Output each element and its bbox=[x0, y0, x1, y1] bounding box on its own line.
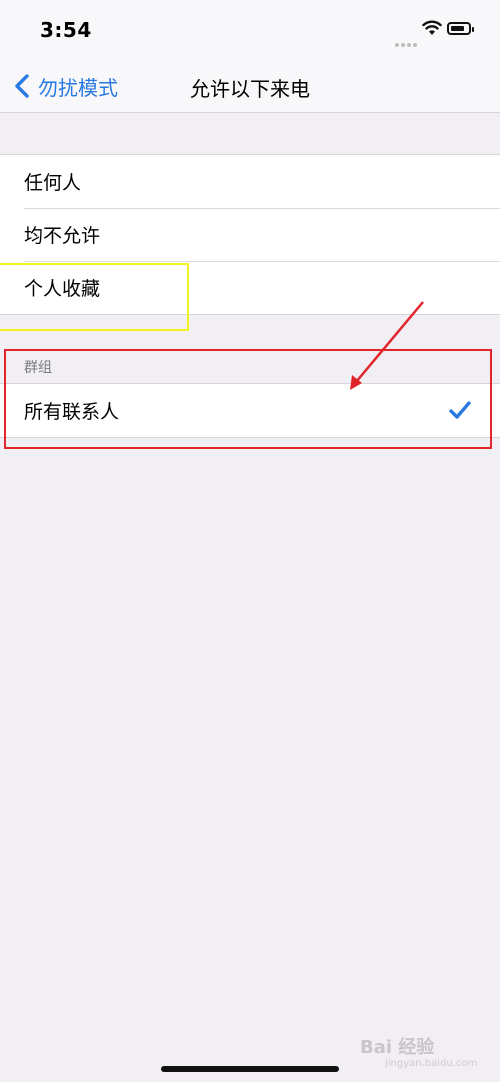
red-arrow-annotation bbox=[350, 301, 424, 390]
watermark-url: jingyan.baidu.com bbox=[385, 1058, 478, 1069]
home-indicator[interactable] bbox=[161, 1066, 339, 1072]
watermark: Bai 经验 bbox=[360, 1037, 435, 1058]
